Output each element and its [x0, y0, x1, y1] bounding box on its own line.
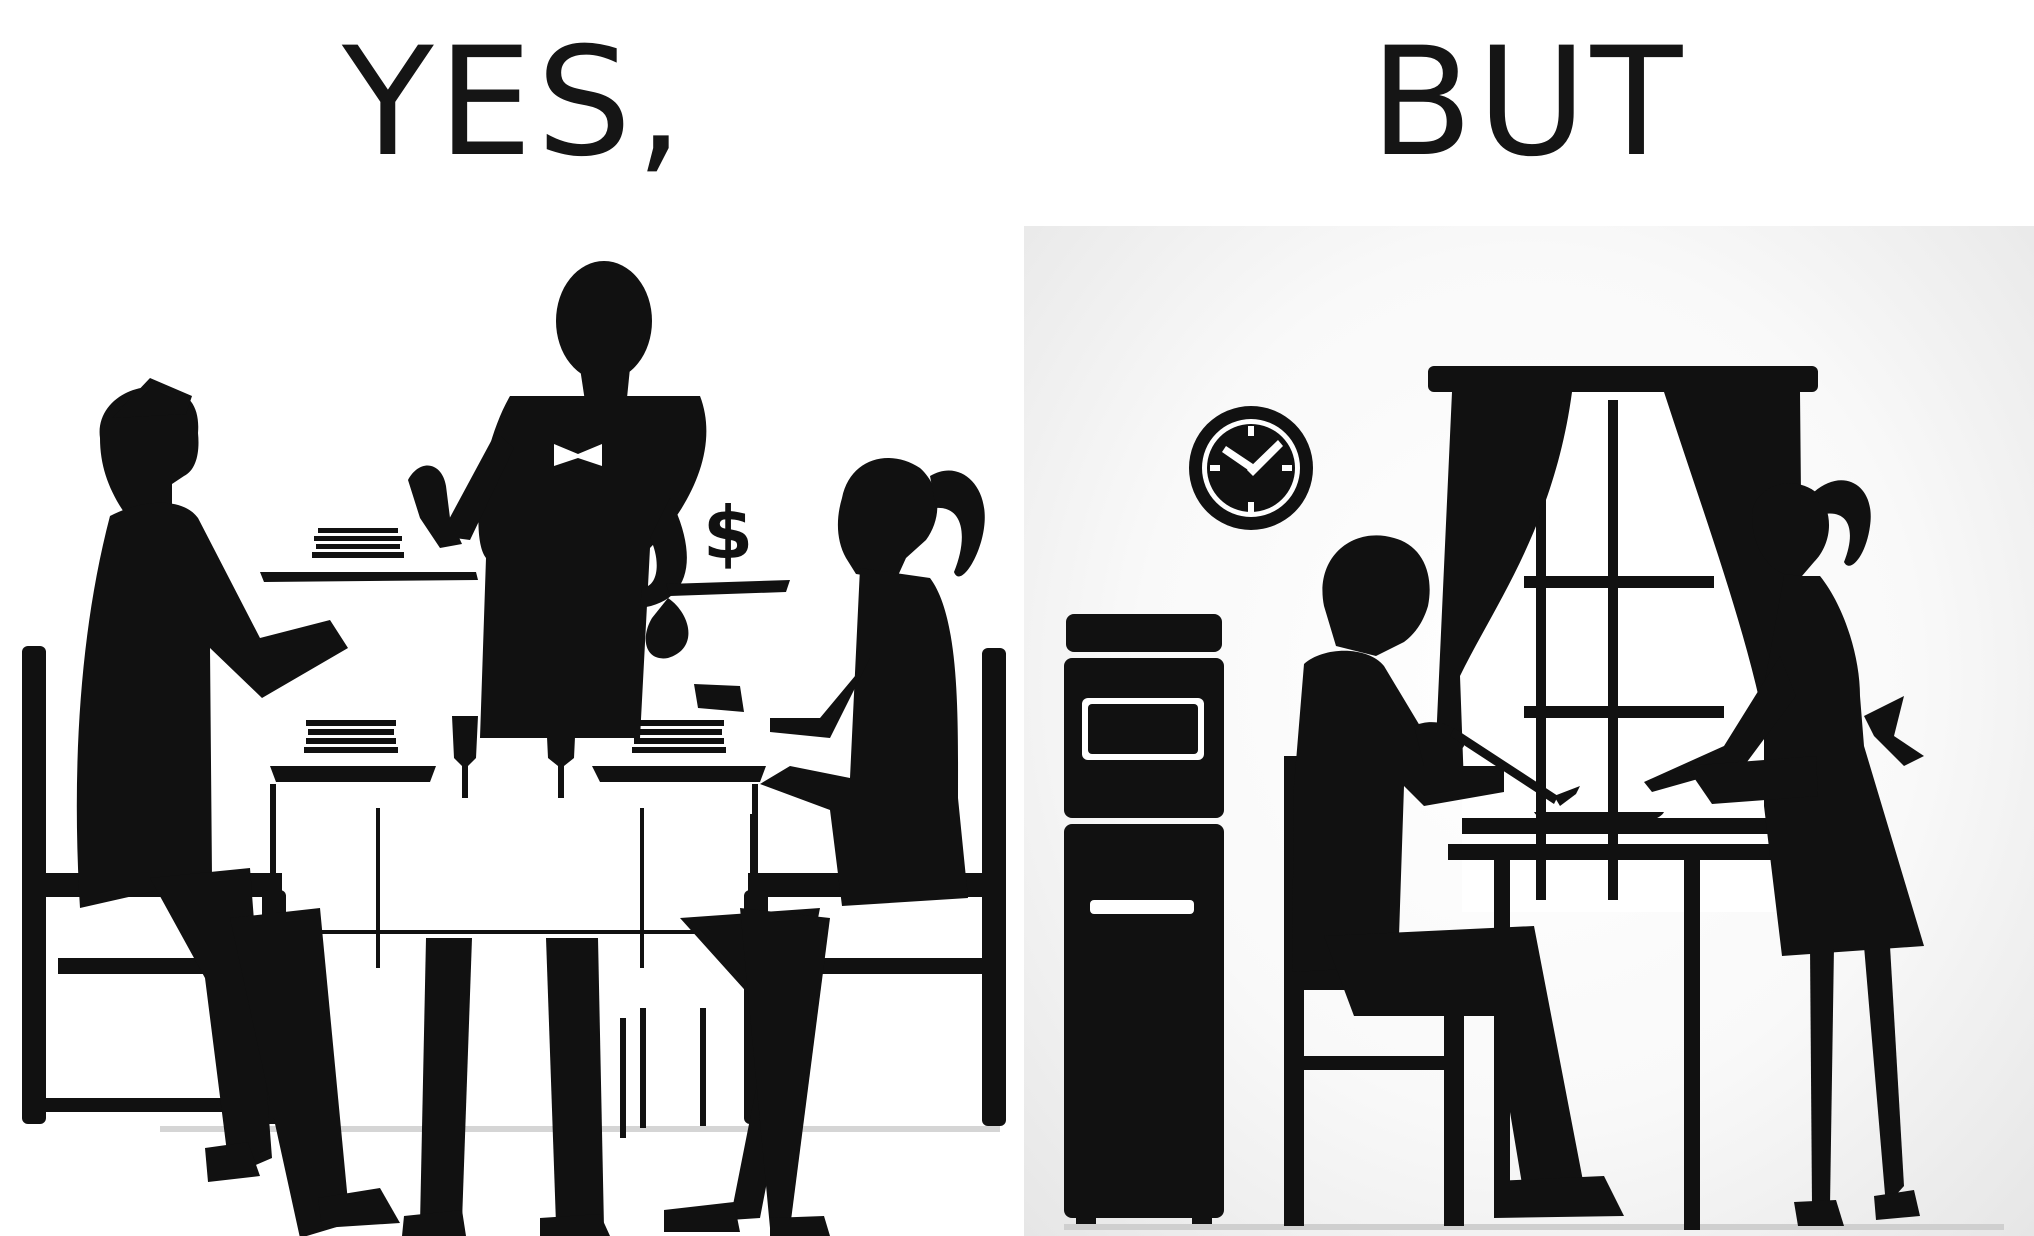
dollar-sign-icon: $ — [703, 491, 753, 575]
restaurant-scene: $ — [0, 218, 1018, 1236]
restaurant-illustration: $ — [22, 261, 1006, 1236]
caption-yes: YES, — [342, 16, 688, 190]
caption-but: BUT — [1370, 16, 1687, 190]
wall-clock-icon — [1189, 406, 1313, 530]
floor-line — [1064, 1224, 2004, 1230]
money-bill — [694, 684, 744, 712]
kitchen-cabinet — [1064, 614, 1224, 1226]
home-illustration — [1064, 366, 2004, 1230]
curtain-rod — [1428, 366, 1818, 392]
home-scene — [1024, 226, 2034, 1236]
